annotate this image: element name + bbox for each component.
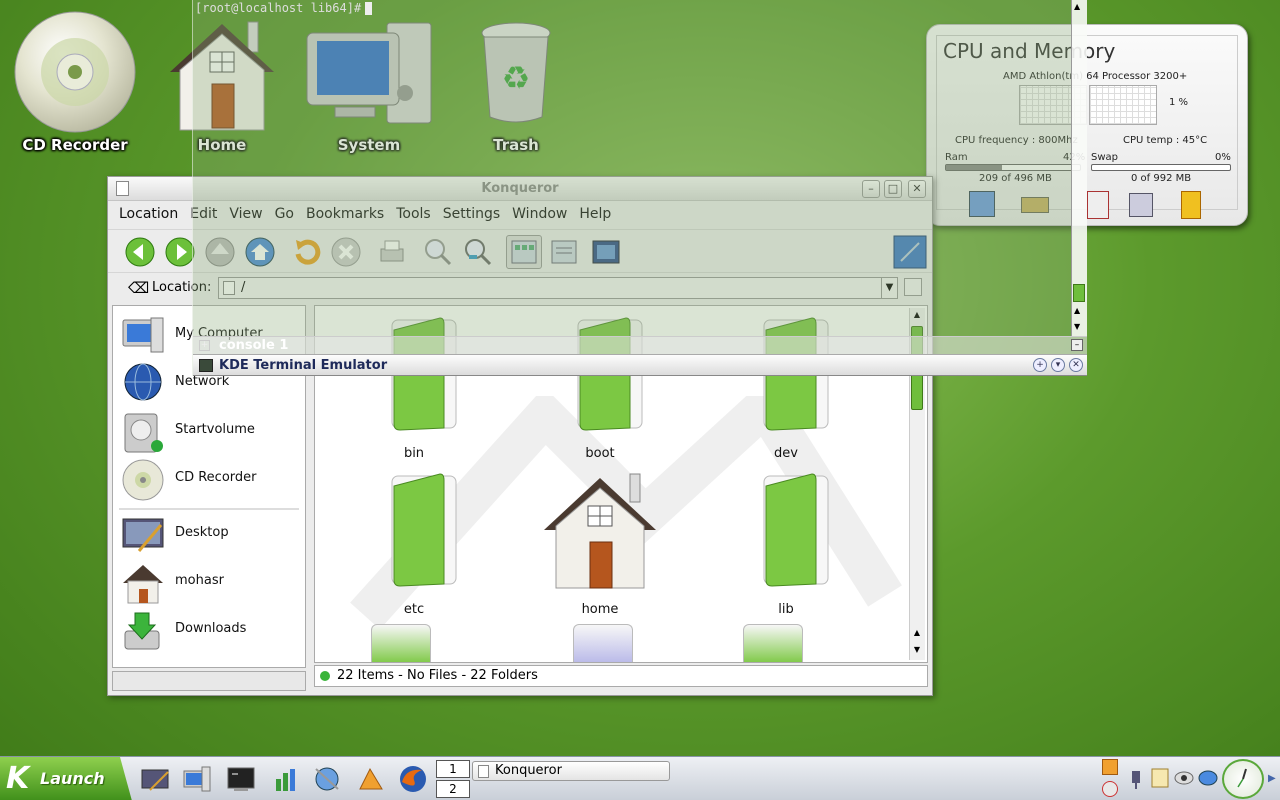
file-name: etc [403, 602, 425, 617]
network-globe-icon [124, 363, 162, 401]
desktop-pager-2[interactable]: 2 [436, 780, 470, 798]
downloads-icon [124, 612, 160, 650]
folder-icon [743, 624, 803, 662]
desktop-icon-cd-recorder[interactable]: CD Recorder [10, 8, 140, 154]
terminal-window[interactable]: [root@localhost lib64]# ▲ ▲ ▼ + console … [192, 0, 1087, 376]
home-icon [123, 565, 163, 604]
task-label: Konqueror [495, 763, 562, 778]
scroll-up-icon[interactable]: ▲ [1074, 306, 1080, 315]
back-button[interactable] [122, 235, 158, 269]
sidebar-item-label: Downloads [175, 621, 247, 636]
swap-label: Swap [1091, 152, 1119, 163]
terminal-icon [199, 359, 213, 372]
terminal-scrollbar[interactable]: ▲ ▲ ▼ [1071, 0, 1087, 336]
status-text: 22 Items - No Files - 22 Folders [337, 668, 538, 683]
sidebar-item-label: Desktop [175, 525, 229, 540]
logout-icon[interactable] [1102, 781, 1118, 797]
system-icon[interactable] [180, 763, 214, 795]
file-name: dev [774, 446, 798, 461]
terminal-title: KDE Terminal Emulator [219, 358, 388, 373]
sidebar-item-label: CD Recorder [175, 470, 257, 485]
eye-icon[interactable] [1174, 767, 1194, 789]
sidebar-item-desktop[interactable]: Desktop [121, 511, 301, 557]
kde-logo-icon: K [6, 761, 30, 796]
sidebar-item-downloads[interactable]: Downloads [121, 607, 301, 653]
network-tools-icon[interactable] [310, 763, 344, 795]
desktop-pager-1[interactable]: 1 [436, 760, 470, 778]
battery-icon [1181, 191, 1201, 219]
scroll-up-icon[interactable]: ▲ [1074, 2, 1080, 11]
kicker-panel: K Launch 1 2 Konqueror ▶ [0, 756, 1280, 800]
sidebar-item-label: mohasr [175, 573, 224, 588]
terminal-prompt: [root@localhost lib64]# [195, 1, 362, 15]
swap-bar [1091, 164, 1231, 171]
hard-disk-icon [124, 413, 163, 453]
tab-console-1[interactable]: console 1 [219, 338, 288, 353]
cpu-load: 1 % [1169, 97, 1189, 108]
taskbar-konqueror-button[interactable]: Konqueror [472, 761, 670, 781]
sidebar-item-startvolume[interactable]: Startvolume [121, 408, 301, 454]
scroll-down-icon[interactable]: ▼ [911, 645, 923, 657]
terminal-tab-bar: + console 1 – [193, 336, 1087, 354]
sidebar-item-mohasr[interactable]: mohasr [121, 559, 301, 605]
k-launch-button[interactable]: K Launch [0, 757, 132, 800]
terminal-cursor [365, 2, 373, 15]
sidebar-item-label: Network [175, 374, 230, 389]
swap-detail: 0 of 992 MB [1131, 173, 1192, 184]
folder-icon [371, 624, 431, 662]
cpu-graph-2 [1089, 85, 1157, 125]
file-name: bin [403, 446, 425, 461]
chevron-down-icon[interactable]: ▾ [1051, 358, 1065, 372]
desktop-icon-label: CD Recorder [22, 136, 128, 154]
launch-label: Launch [40, 769, 105, 788]
file-name: lib [778, 602, 794, 617]
close-tab-icon[interactable]: – [1071, 339, 1083, 351]
scroll-up-icon[interactable]: ▲ [911, 628, 923, 640]
file-item-lib[interactable]: lib [711, 468, 861, 617]
file-name: home [581, 602, 619, 617]
sidebar-item-label: Startvolume [175, 422, 255, 437]
drive-icon [1129, 193, 1153, 217]
konsole-icon[interactable] [224, 763, 258, 795]
menu-location[interactable]: Location [113, 203, 184, 225]
calendar-icon [1087, 191, 1109, 219]
file-name: boot [585, 446, 615, 461]
cpu-temp: CPU temp : 45°C [1123, 135, 1208, 146]
computer-icon [122, 317, 164, 353]
cd-icon [10, 8, 140, 136]
kde-wallet-icon[interactable] [1150, 767, 1170, 789]
sidebar-status [112, 671, 306, 691]
folder-icon [763, 473, 829, 587]
clock-icon[interactable] [1222, 759, 1264, 799]
desktop-icon [122, 518, 164, 552]
terminal-output[interactable]: [root@localhost lib64]# [195, 1, 373, 15]
file-item-etc[interactable]: etc [339, 468, 489, 617]
file-item-home[interactable]: home [525, 468, 675, 617]
new-tab-icon[interactable]: + [199, 340, 210, 351]
cd-icon [122, 459, 164, 501]
terminal-titlebar[interactable]: KDE Terminal Emulator + ▾ ✕ [193, 354, 1087, 376]
network-status-icon[interactable] [1198, 767, 1218, 789]
scrollbar-thumb[interactable] [1073, 284, 1085, 302]
chart-app-icon[interactable] [268, 763, 302, 795]
status-indicator-icon [320, 671, 330, 681]
document-icon [478, 765, 489, 778]
power-plug-icon[interactable] [1126, 767, 1146, 789]
firefox-icon[interactable] [396, 763, 430, 795]
panel-arrow-icon[interactable]: ▶ [1268, 773, 1276, 784]
folder-icon [573, 624, 633, 662]
software-manager-icon[interactable] [354, 763, 388, 795]
clear-location-icon[interactable]: ⌫ [128, 279, 149, 297]
swap-percent: 0% [1215, 152, 1231, 163]
close-button[interactable]: ✕ [1069, 358, 1083, 372]
shade-button[interactable]: + [1033, 358, 1047, 372]
lock-screen-icon[interactable] [1102, 759, 1118, 775]
status-bar: 22 Items - No Files - 22 Folders [314, 665, 928, 687]
sidebar-divider [119, 508, 299, 510]
home-folder-icon [544, 473, 656, 589]
scroll-down-icon[interactable]: ▼ [1074, 322, 1080, 331]
folder-icon [391, 473, 457, 587]
sidebar-item-cd-recorder[interactable]: CD Recorder [121, 456, 301, 502]
show-desktop-icon[interactable] [138, 763, 172, 795]
